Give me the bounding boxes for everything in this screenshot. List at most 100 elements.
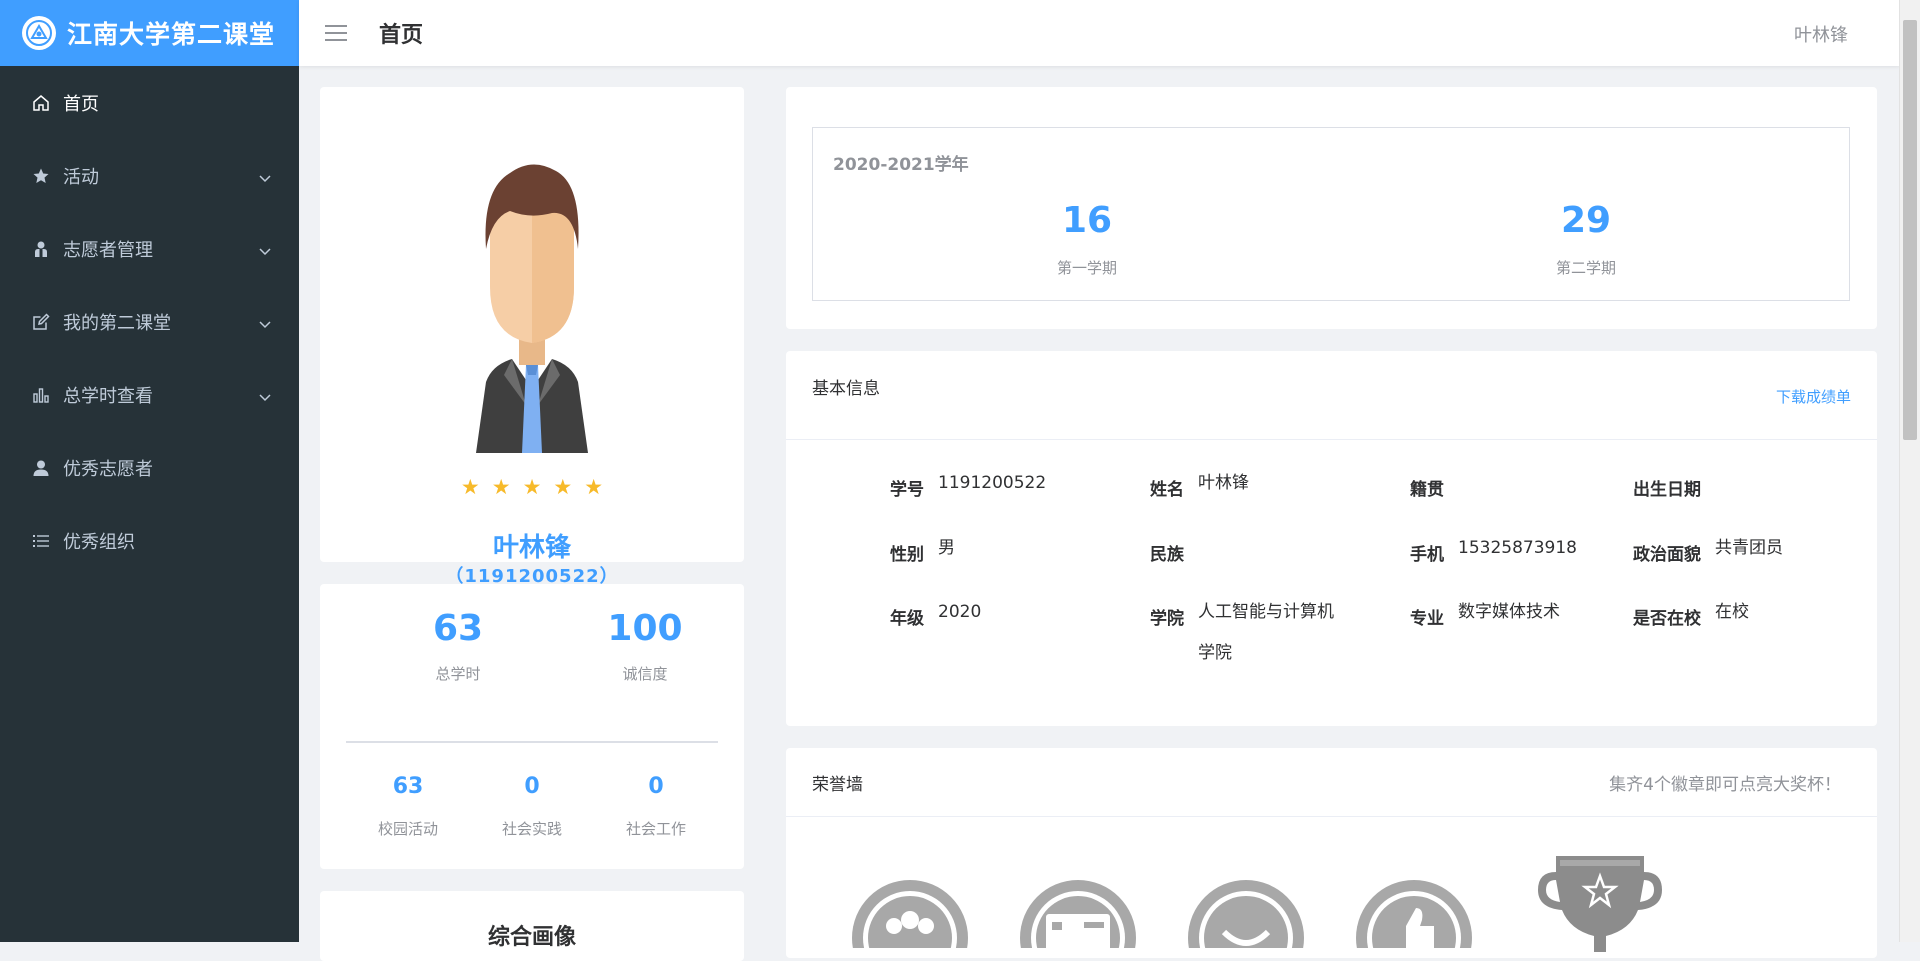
sidebar-item-label: 优秀组织: [63, 531, 135, 553]
sidebar-item-label: 志愿者管理: [63, 239, 153, 261]
field-political-status: 政治面貌 共青团员: [1633, 538, 1783, 569]
sidebar-item-label: 首页: [63, 93, 99, 115]
avatar: [470, 127, 594, 461]
sidebar-item-total-hours[interactable]: 总学时查看: [0, 358, 299, 431]
sidebar-item-excellent-organizations[interactable]: 优秀组织: [0, 504, 299, 577]
field-label: 手机: [1410, 545, 1444, 565]
sidebar-item-activity[interactable]: 活动: [0, 139, 299, 212]
university-logo-icon: [22, 16, 56, 50]
chevron-down-icon: [259, 240, 271, 261]
basic-info-header: 基本信息 下载成绩单: [786, 351, 1877, 440]
thumbs-up-badge-icon[interactable]: [1354, 878, 1474, 958]
sidebar-item-my-second-classroom[interactable]: 我的第二课堂: [0, 285, 299, 358]
portrait-card: 综合画像: [320, 891, 744, 961]
term-hours-card: 2020-2021学年 16 第一学期 29 第二学期: [786, 87, 1877, 329]
social-practice-value: 0: [524, 774, 540, 799]
field-gender: 性别 男: [890, 538, 955, 569]
profile-card: ★ ★ ★ ★ ★ 叶林锋 （1191200522）: [320, 87, 744, 587]
portrait-title: 综合画像: [487, 925, 576, 950]
field-major: 专业 数字媒体技术: [1410, 602, 1560, 633]
basic-info-title: 基本信息: [812, 379, 880, 399]
field-grade: 年级 2020: [890, 602, 981, 633]
sidebar-item-home[interactable]: 首页: [0, 66, 299, 139]
list-icon: [31, 531, 51, 551]
trophy-icon[interactable]: [1534, 852, 1666, 956]
campus-activity-label: 校园活动: [377, 820, 438, 838]
field-label: 专业: [1410, 609, 1444, 629]
star-icon: ★: [584, 475, 604, 499]
field-label: 学院: [1150, 609, 1184, 629]
star-icon: ★: [553, 475, 573, 499]
sidebar-item-label: 我的第二课堂: [63, 312, 171, 334]
app-title: 江南大学第二课堂: [67, 20, 276, 49]
campus-activity-stat: 63 校园活动: [348, 774, 468, 839]
credit-stat: 100 诚信度: [565, 608, 725, 684]
smile-badge-icon[interactable]: [1186, 878, 1306, 958]
group-badge-icon[interactable]: [850, 878, 970, 958]
stats-divider: [346, 741, 718, 743]
first-term-value: 16: [1061, 200, 1113, 241]
field-label: 性别: [890, 545, 924, 565]
field-student-id: 学号 1191200522: [890, 473, 1046, 504]
rating-stars: ★ ★ ★ ★ ★: [320, 477, 744, 498]
chevron-down-icon: [259, 386, 271, 407]
sidebar-item-label: 优秀志愿者: [63, 458, 153, 480]
field-phone: 手机 15325873918: [1410, 538, 1577, 569]
field-value: 数字媒体技术: [1458, 602, 1560, 622]
app-logo-bar[interactable]: 江南大学第二课堂: [0, 0, 299, 66]
volunteer-icon: [31, 239, 51, 259]
top-navbar: 首页 叶林锋: [299, 0, 1900, 66]
campus-activity-value: 63: [392, 774, 424, 799]
field-label: 出生日期: [1633, 480, 1701, 500]
field-value: 人工智能与计算机学院: [1198, 602, 1334, 663]
star-icon: ★: [522, 475, 542, 499]
honor-wall-title: 荣誉墙: [812, 775, 863, 795]
field-label: 政治面貌: [1633, 545, 1701, 565]
field-birth-date: 出生日期: [1633, 475, 1715, 500]
academic-year-box: 2020-2021学年 16 第一学期 29 第二学期: [812, 127, 1850, 301]
chevron-down-icon: [259, 313, 271, 334]
menu-toggle-icon[interactable]: [325, 20, 347, 46]
sidebar-item-excellent-volunteers[interactable]: 优秀志愿者: [0, 431, 299, 504]
field-label: 是否在校: [1633, 609, 1701, 629]
field-label: 年级: [890, 609, 924, 629]
honor-wall-card: 荣誉墙 集齐4个徽章即可点亮大奖杯！: [786, 748, 1877, 958]
user-menu[interactable]: 叶林锋: [1794, 21, 1848, 47]
chevron-down-icon: [259, 167, 271, 188]
total-hours-value: 63: [432, 608, 484, 649]
page-title: 首页: [379, 23, 424, 48]
second-term-label: 第二学期: [1555, 259, 1616, 277]
scrollbar-thumb[interactable]: [1903, 20, 1917, 440]
card-badge-icon[interactable]: [1018, 878, 1138, 958]
second-term-value: 29: [1560, 200, 1612, 241]
first-term-stat: 16 第一学期: [987, 200, 1187, 278]
field-value: 2020: [938, 602, 982, 622]
second-term-stat: 29 第二学期: [1486, 200, 1686, 278]
star-icon: [31, 166, 51, 186]
total-hours-label: 总学时: [435, 665, 481, 683]
bar-chart-icon: [31, 385, 51, 405]
field-name: 姓名 叶林锋: [1150, 473, 1249, 504]
field-enrollment-status: 是否在校 在校: [1633, 602, 1749, 633]
social-practice-label: 社会实践: [501, 820, 562, 838]
field-label: 籍贯: [1410, 480, 1444, 500]
first-term-label: 第一学期: [1056, 259, 1117, 277]
field-label: 民族: [1150, 545, 1184, 565]
field-ethnicity: 民族: [1150, 540, 1198, 565]
total-hours-stat: 63 总学时: [378, 608, 538, 684]
stats-card: 63 总学时 100 诚信度 63 校园活动 0 社会实践 0 社会工作: [320, 584, 744, 869]
social-practice-stat: 0 社会实践: [472, 774, 592, 839]
social-work-label: 社会工作: [625, 820, 686, 838]
sidebar-item-volunteer-management[interactable]: 志愿者管理: [0, 212, 299, 285]
download-transcript-link[interactable]: 下载成绩单: [1776, 386, 1851, 407]
field-college: 学院 人工智能与计算机学院: [1150, 602, 1350, 674]
field-value: 叶林锋: [1198, 473, 1249, 493]
field-label: 学号: [890, 480, 924, 500]
credit-value: 100: [607, 608, 683, 649]
field-value: 1191200522: [938, 473, 1047, 493]
social-work-stat: 0 社会工作: [596, 774, 716, 839]
honor-wall-tip: 集齐4个徽章即可点亮大奖杯！: [1609, 775, 1841, 795]
field-label: 姓名: [1150, 480, 1184, 500]
field-value: 共青团员: [1715, 538, 1783, 558]
page-scrollbar[interactable]: [1899, 0, 1920, 942]
